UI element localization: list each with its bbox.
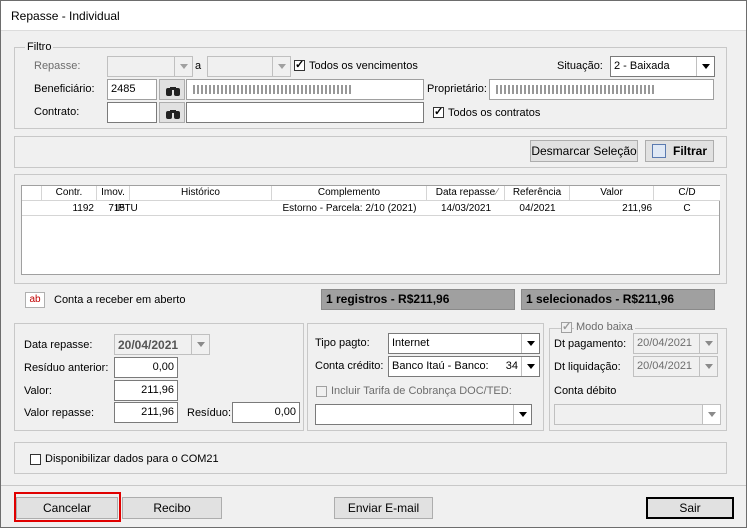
chevron-down-icon <box>699 357 717 376</box>
grid-indicator-header <box>22 186 42 201</box>
residuo-anterior-input[interactable]: 0,00 <box>114 357 178 378</box>
chevron-down-icon <box>702 405 720 424</box>
contrato-label: Contrato: <box>34 106 80 118</box>
tipo-pagto-combo[interactable]: Internet <box>388 333 540 354</box>
enviar-email-button[interactable]: Enviar E-mail <box>334 497 433 519</box>
cancelar-highlight <box>14 492 121 522</box>
chevron-down-icon <box>521 357 539 376</box>
repasse-from-combo[interactable] <box>107 56 193 77</box>
chevron-down-icon <box>513 405 531 424</box>
todos-contratos-label: Todos os contratos <box>448 107 541 119</box>
disponibilizar-com21-label: Disponibilizar dados para o COM21 <box>45 453 219 465</box>
cell-data-repasse: 14/03/2021 <box>440 203 492 214</box>
title-bar: Repasse - Individual <box>1 1 746 31</box>
repasse-label: Repasse: <box>34 60 81 72</box>
cell-historico: IPTU <box>115 203 138 214</box>
conta-aberto-label: Conta a receber em aberto <box>54 294 186 306</box>
repasse-to-combo[interactable] <box>207 56 291 77</box>
conta-credito-num: 34 <box>505 360 518 372</box>
modo-baixa-checkbox[interactable] <box>561 320 572 333</box>
cell-referencia: 04/2021 <box>519 203 556 214</box>
cell-valor: 211,96 <box>622 203 652 214</box>
filter-icon <box>652 144 666 158</box>
valor-repasse-input[interactable]: 211,96 <box>114 402 178 423</box>
recibo-button[interactable]: Recibo <box>122 497 222 519</box>
dt-liquidacao-combo[interactable]: 20/04/2021 <box>633 356 718 377</box>
chevron-down-icon <box>191 335 209 354</box>
conta-aberto-icon: ab <box>25 292 45 308</box>
chevron-down-icon <box>521 334 539 353</box>
tipo-pagto-label: Tipo pagto: <box>315 337 370 349</box>
table-row[interactable]: 1192 715 IPTU Estorno - Parcela: 2/10 (2… <box>22 202 719 216</box>
filtro-legend: Filtro <box>25 41 54 53</box>
data-repasse-label: Data repasse: <box>24 339 93 351</box>
incluir-tarifa-label: Incluir Tarifa de Cobrança DOC/TED: <box>331 385 512 397</box>
grid-header-imov[interactable]: Imov. <box>97 186 130 201</box>
dt-pagamento-combo[interactable]: 20/04/2021 <box>633 333 718 354</box>
dt-liquidacao-label: Dt liquidação: <box>554 361 621 373</box>
cell-cd: C <box>683 203 691 214</box>
conta-debito-combo[interactable] <box>554 404 721 425</box>
modo-baixa-label: Modo baixa <box>574 321 635 333</box>
binoculars-icon <box>166 107 180 119</box>
proprietario-input[interactable] <box>489 79 714 100</box>
incluir-tarifa-combo[interactable] <box>315 404 532 425</box>
window-title: Repasse - Individual <box>11 9 120 23</box>
conta-credito-combo[interactable]: Banco Itaú - Banco: 34 <box>388 356 540 377</box>
grid-header-cd[interactable]: C/D <box>654 186 720 201</box>
beneficiario-name-input[interactable] <box>186 79 424 100</box>
situacao-combo[interactable]: 2 - Baixada <box>610 56 715 77</box>
incluir-tarifa-checkbox[interactable] <box>316 386 327 397</box>
grid-header-contr[interactable]: Contr. <box>42 186 97 201</box>
cell-contr: 1192 <box>72 203 94 214</box>
binoculars-icon <box>166 84 180 96</box>
conta-debito-label: Conta débito <box>554 385 617 397</box>
todos-contratos-checkbox[interactable] <box>433 105 444 118</box>
selecionados-summary: 1 selecionados - R$211,96 <box>521 289 715 310</box>
redacted-text <box>193 85 353 94</box>
repasse-grid[interactable]: Contr. Imov. Histórico Complemento Data … <box>21 185 720 275</box>
grid-header-historico[interactable]: Histórico <box>130 186 272 201</box>
valor-input[interactable]: 211,96 <box>114 380 178 401</box>
residuo-anterior-label: Resíduo anterior: <box>24 362 109 374</box>
contrato-search-button[interactable] <box>159 102 185 123</box>
conta-credito-label: Conta crédito: <box>315 360 384 372</box>
dt-pagamento-label: Dt pagamento: <box>554 338 627 350</box>
desmarcar-selecao-button[interactable]: Desmarcar Seleção <box>530 140 638 162</box>
beneficiario-code-input[interactable]: 2485 <box>107 79 157 100</box>
registros-summary: 1 registros - R$211,96 <box>321 289 515 310</box>
beneficiario-label: Beneficiário: <box>34 83 95 95</box>
beneficiario-search-button[interactable] <box>159 79 185 100</box>
cell-complemento: Estorno - Parcela: 2/10 (2021) <box>282 203 417 214</box>
grid-header-valor[interactable]: Valor <box>570 186 654 201</box>
situacao-label: Situação: <box>557 60 603 72</box>
footer-separator <box>1 485 746 486</box>
data-repasse-combo[interactable]: 20/04/2021 <box>114 334 210 355</box>
residuo-label: Resíduo: <box>187 407 232 419</box>
chevron-down-icon <box>696 57 714 76</box>
disponibilizar-com21-checkbox[interactable] <box>30 454 41 465</box>
redacted-text <box>496 85 656 94</box>
sair-button[interactable]: Sair <box>646 497 734 519</box>
sort-icon: ∕ <box>496 187 498 198</box>
chevron-down-icon <box>272 57 290 76</box>
chevron-down-icon <box>699 334 717 353</box>
valor-label: Valor: <box>24 385 52 397</box>
residuo-input[interactable]: 0,00 <box>232 402 300 423</box>
todos-vencimentos-checkbox[interactable] <box>294 58 305 71</box>
a-label: a <box>195 60 202 72</box>
grid-header-referencia[interactable]: Referência <box>505 186 570 201</box>
contrato-name-input[interactable] <box>186 102 424 123</box>
chevron-down-icon <box>174 57 192 76</box>
filtrar-button[interactable]: Filtrar <box>645 140 714 162</box>
grid-header-data-repasse[interactable]: Data repasse ∕ <box>427 186 505 201</box>
grid-header-complemento[interactable]: Complemento <box>272 186 427 201</box>
contrato-code-input[interactable] <box>107 102 157 123</box>
valor-repasse-label: Valor repasse: <box>24 407 95 419</box>
filtrar-label: Filtrar <box>673 144 708 158</box>
proprietario-label: Proprietário: <box>427 83 487 95</box>
todos-vencimentos-label: Todos os vencimentos <box>309 60 418 72</box>
repasse-individual-window: Repasse - Individual Filtro Repasse: a T… <box>0 0 747 528</box>
